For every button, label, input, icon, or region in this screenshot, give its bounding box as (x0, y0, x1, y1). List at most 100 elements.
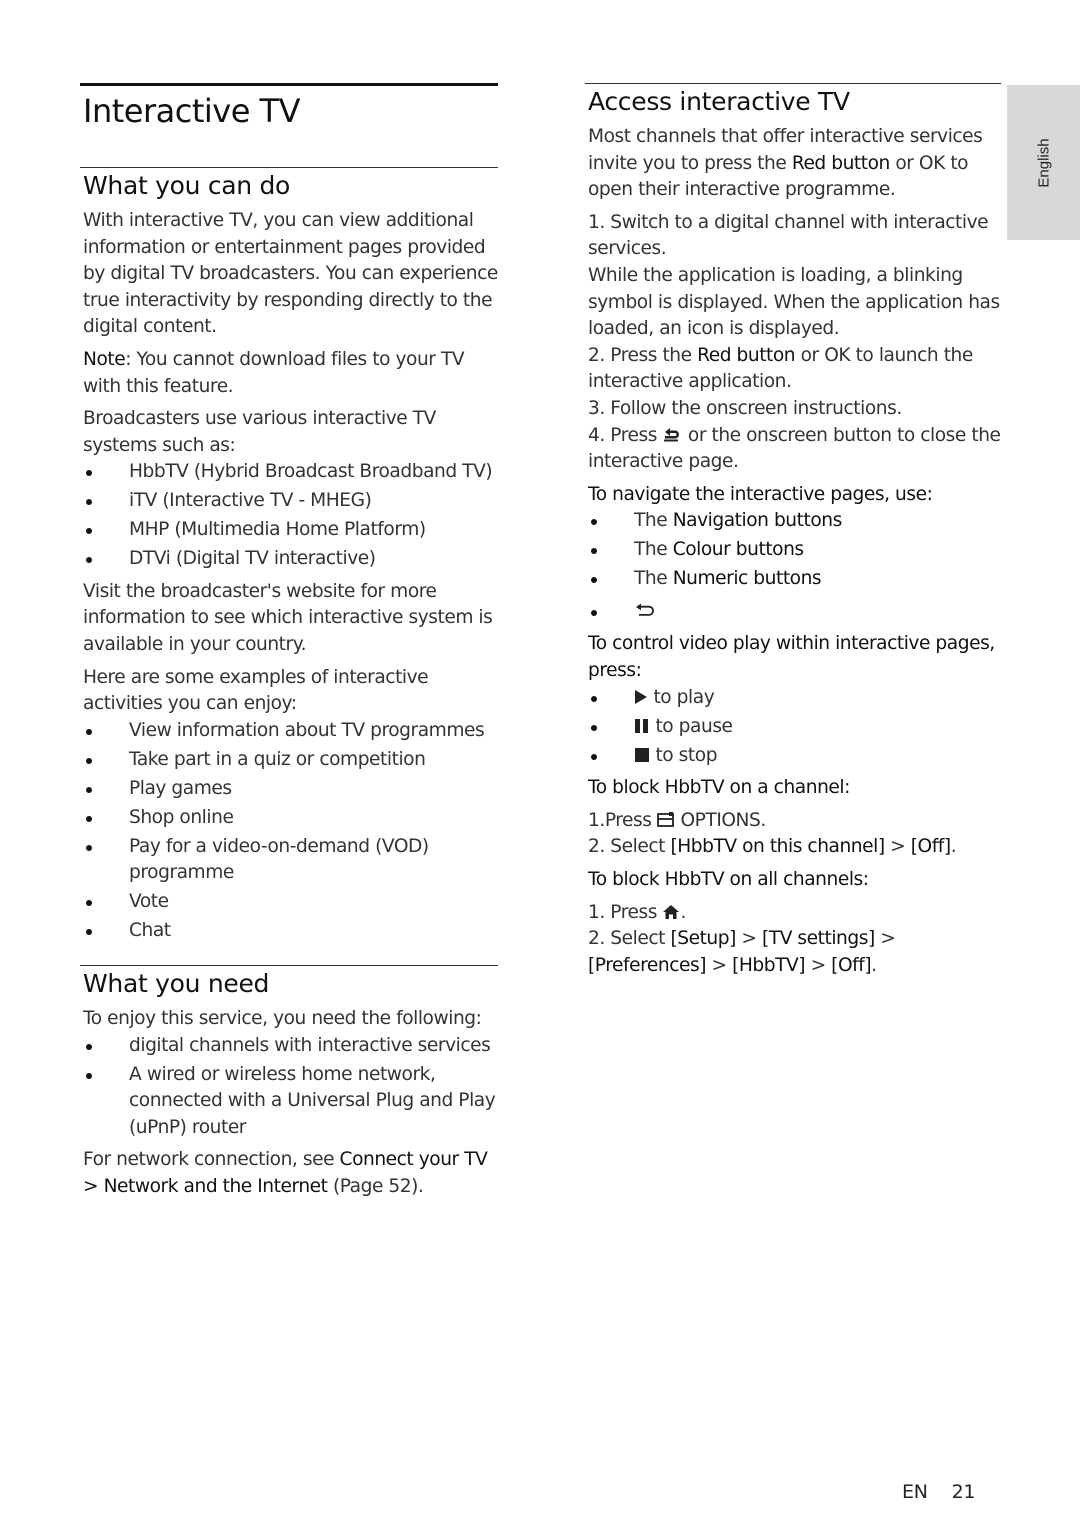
note-paragraph: Note: You cannot download files to your … (83, 347, 498, 400)
red-button-label: Red button (791, 152, 891, 174)
heading-what-you-can-do: What you can do (83, 171, 291, 200)
step-1: 1. Switch to a digital channel with inte… (588, 211, 989, 260)
play-icon (634, 689, 648, 705)
menu-path-item: [Off] (831, 954, 872, 976)
back-icon (634, 603, 658, 619)
list-item: Chat (80, 918, 498, 945)
menu-path-item: [HbbTV on this channel] (670, 836, 885, 858)
list-item: to stop (585, 743, 1001, 770)
step-4: 4. Press or the onscreen button to close… (588, 423, 1001, 476)
examples-list: View information about TV programmes Tak… (80, 718, 498, 945)
list-item: The Colour buttons (585, 537, 1001, 564)
visit-paragraph: Visit the broadcaster's website for more… (83, 580, 493, 656)
section-rule (585, 83, 1001, 84)
block-channel-step-1: 1.Press OPTIONS. (588, 808, 1001, 835)
block-all-step-2: 2. Select [Setup] > [TV settings] > [Pre… (588, 926, 1001, 979)
video-intro: To control video play within interactive… (588, 633, 995, 682)
back-icon (662, 428, 682, 442)
separator: > (805, 954, 832, 976)
text: OPTIONS. (675, 809, 766, 831)
text: 1.Press (588, 809, 657, 831)
colour-buttons-label: Colour buttons (672, 539, 804, 561)
step-3: 3. Follow the onscreen instructions. (588, 397, 902, 419)
heading-access-interactive-tv: Access interactive TV (588, 87, 850, 116)
list-item: DTVi (Digital TV interactive) (80, 546, 498, 573)
left-column: Interactive TV What you can do With inte… (80, 83, 498, 1207)
reference-suffix: (Page 52). (327, 1175, 424, 1197)
list-item: to pause (585, 714, 1001, 741)
heading-what-you-need: What you need (83, 968, 270, 998)
text: to play (648, 686, 715, 708)
note-label: Note (83, 348, 126, 370)
text: to pause (650, 715, 733, 737)
list-item (585, 599, 1001, 626)
menu-path-item: [HbbTV] (732, 954, 806, 976)
red-button-label: Red button (697, 344, 796, 366)
right-column: Access interactive TV Most channels that… (585, 83, 1001, 985)
navigate-list: The Navigation buttons The Colour button… (585, 508, 1001, 625)
list-item: iTV (Interactive TV - MHEG) (80, 488, 498, 515)
list-item: The Numeric buttons (585, 566, 1001, 593)
page-title: Interactive TV (83, 92, 300, 130)
text: 1. Press (588, 901, 663, 923)
examples-intro: Here are some examples of interactive ac… (83, 666, 429, 715)
note-text: : You cannot download files to your TV w… (83, 348, 465, 397)
separator: > (735, 928, 762, 950)
list-item: Pay for a video-on-demand (VOD) programm… (80, 834, 498, 887)
title-rule (80, 83, 498, 86)
list-item: Take part in a quiz or competition (80, 747, 498, 774)
text: . (680, 901, 686, 923)
systems-list: HbbTV (Hybrid Broadcast Broadband TV) iT… (80, 459, 498, 573)
page-footer: EN 21 (902, 1481, 975, 1503)
systems-intro: Broadcasters use various interactive TV … (83, 408, 436, 456)
text: . (871, 954, 877, 976)
access-intro: Most channels that offer interactive ser… (588, 124, 1001, 204)
text: The (634, 510, 673, 532)
need-list: digital channels with interactive servic… (80, 1033, 498, 1142)
list-item: HbbTV (Hybrid Broadcast Broadband TV) (80, 459, 498, 486)
section-rule (80, 964, 498, 966)
numeric-buttons-label: Numeric buttons (672, 568, 822, 590)
text: The (634, 568, 673, 590)
block-channel-step-2: 2. Select [HbbTV on this channel] > [Off… (588, 834, 1001, 861)
options-icon (657, 812, 675, 828)
list-item: digital channels with interactive servic… (80, 1033, 498, 1060)
list-item: to play (585, 685, 1001, 712)
step-1-note: While the application is loading, a blin… (588, 264, 1000, 340)
menu-path-item: [Preferences] (588, 954, 707, 976)
text: . (950, 836, 957, 858)
intro-paragraph: With interactive TV, you can view additi… (83, 210, 498, 338)
separator: > (706, 954, 733, 976)
list-item: The Navigation buttons (585, 508, 1001, 535)
list-item: View information about TV programmes (80, 718, 498, 745)
home-icon (662, 904, 680, 920)
text: 2. Select (588, 928, 671, 950)
menu-path-item: [Setup] (670, 928, 736, 950)
text: 2. Select (588, 836, 671, 858)
need-intro: To enjoy this service, you need the foll… (83, 1007, 482, 1029)
list-item: Vote (80, 889, 498, 916)
block-all-step-1: 1. Press . (588, 900, 1001, 927)
text: The (634, 539, 673, 561)
list-item: Play games (80, 776, 498, 803)
video-controls-list: to play to pause to stop (585, 685, 1001, 770)
navigate-intro: To navigate the interactive pages, use: (588, 483, 933, 505)
footer-language: EN (902, 1481, 928, 1503)
reference-prefix: For network connection, see (83, 1149, 340, 1171)
text: 4. Press (588, 424, 663, 446)
separator: > (884, 836, 911, 858)
pause-icon (634, 718, 650, 734)
menu-path-item: [TV settings] (761, 928, 875, 950)
section-rule (80, 167, 498, 168)
page-number: 21 (951, 1481, 976, 1503)
stop-icon (634, 747, 650, 763)
text: 2. Press the (588, 344, 698, 366)
list-item: A wired or wireless home network, connec… (80, 1062, 498, 1142)
block-channel-intro: To block HbbTV on a channel: (588, 777, 850, 799)
language-label: English (1035, 137, 1052, 188)
step-2: 2. Press the Red button or OK to launch … (588, 343, 1001, 396)
text: to stop (650, 744, 718, 766)
list-item: Shop online (80, 805, 498, 832)
block-all-intro: To block HbbTV on all channels: (588, 869, 869, 890)
language-tab: English (1007, 85, 1080, 240)
